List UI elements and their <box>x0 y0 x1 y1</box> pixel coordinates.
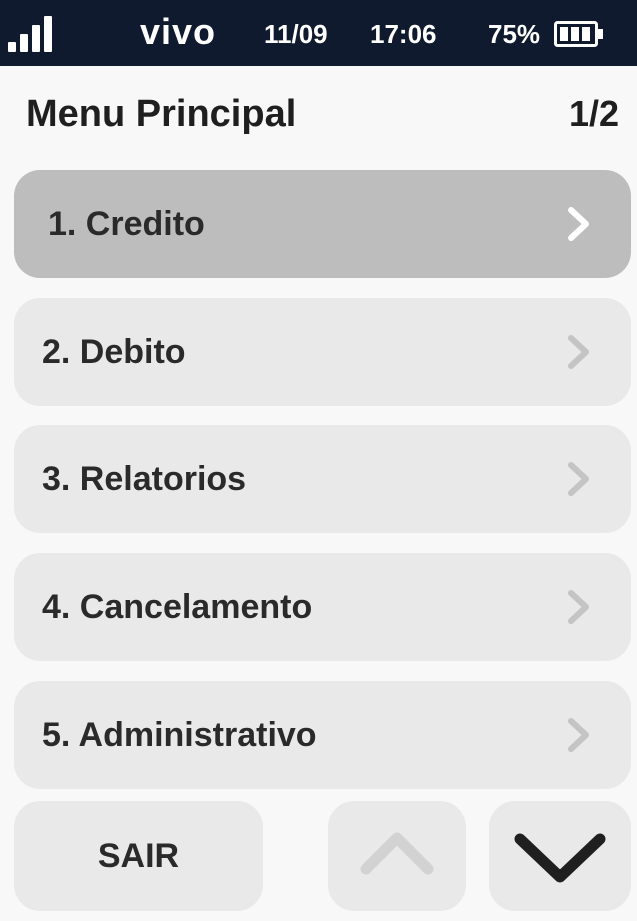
menu-item-label: 2. Debito <box>42 333 186 371</box>
page-title: Menu Principal <box>26 93 297 135</box>
menu-item-debito[interactable]: 2. Debito <box>14 298 631 406</box>
chevron-right-icon <box>568 335 589 369</box>
scroll-up-button[interactable] <box>328 801 466 911</box>
status-date: 11/09 <box>264 19 328 49</box>
chevron-right-icon <box>568 590 589 624</box>
menu-item-label: 1. Credito <box>48 205 205 243</box>
menu-item-credito[interactable]: 1. Credito <box>14 170 631 278</box>
menu-item-label: 4. Cancelamento <box>42 588 313 626</box>
exit-button[interactable]: SAIR <box>14 801 263 911</box>
menu-item-administrativo[interactable]: 5. Administrativo <box>14 681 631 789</box>
carrier-name: vivo <box>140 11 217 52</box>
menu-item-relatorios[interactable]: 3. Relatorios <box>14 425 631 533</box>
page-indicator: 1/2 <box>568 93 619 134</box>
exit-button-label: SAIR <box>97 837 180 875</box>
battery-icon <box>554 21 603 47</box>
battery-percent: 75% <box>488 19 541 49</box>
chevron-up-icon <box>360 832 434 875</box>
status-bar: vivo 11/09 17:06 75% <box>0 0 637 66</box>
menu-item-cancelamento[interactable]: 4. Cancelamento <box>14 553 631 661</box>
chevron-down-icon <box>514 833 606 883</box>
chevron-right-icon <box>568 462 589 496</box>
menu-item-label: 3. Relatorios <box>42 460 247 498</box>
scroll-down-button[interactable] <box>489 801 631 911</box>
signal-bars-icon <box>8 14 56 52</box>
chevron-right-icon <box>568 718 589 752</box>
menu-item-label: 5. Administrativo <box>42 716 317 754</box>
chevron-right-icon <box>568 207 589 241</box>
status-time: 17:06 <box>370 19 437 49</box>
pos-screen: vivo 11/09 17:06 75% Menu Principal 1/2 … <box>0 0 637 921</box>
